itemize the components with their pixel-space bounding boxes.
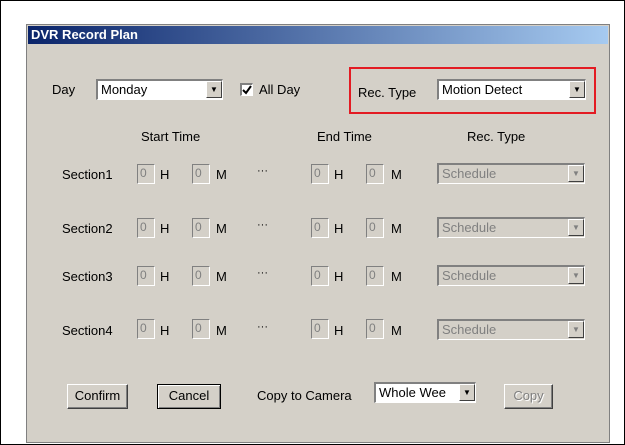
minute-unit-label: M	[391, 269, 402, 284]
start-minute-input[interactable]: 0	[192, 266, 210, 286]
section-rec-type-value: Schedule	[442, 220, 497, 235]
chevron-down-icon[interactable]: ▼	[568, 165, 584, 182]
cancel-button[interactable]: Cancel	[157, 384, 221, 409]
day-select-value: Monday	[101, 82, 148, 97]
chevron-down-icon[interactable]: ▼	[459, 384, 475, 401]
hour-unit-label: H	[160, 167, 170, 182]
section-label: Section4	[62, 323, 113, 338]
end-hour-input[interactable]: 0	[311, 218, 329, 238]
end-minute-input[interactable]: 0	[366, 319, 384, 339]
checkmark-icon	[242, 85, 252, 95]
copy-to-camera-label: Copy to Camera	[257, 388, 352, 403]
time-separator: ···	[257, 219, 268, 231]
all-day-checkbox[interactable]	[240, 83, 253, 96]
copy-to-camera-value: Whole Wee	[379, 385, 446, 400]
dvr-record-plan-dialog: DVR Record Plan Day Monday ▼ All Day Rec…	[26, 24, 610, 443]
copy-button[interactable]: Copy	[504, 384, 553, 409]
day-select[interactable]: Monday ▼	[96, 79, 223, 100]
section-rec-type-select[interactable]: Schedule ▼	[437, 163, 585, 184]
day-label: Day	[52, 82, 76, 97]
time-separator: ···	[257, 165, 268, 177]
hour-unit-label: H	[160, 323, 170, 338]
hour-unit-label: H	[334, 323, 344, 338]
section-rec-type-select[interactable]: Schedule ▼	[437, 265, 585, 286]
section-label: Section3	[62, 269, 113, 284]
hour-unit-label: H	[334, 221, 344, 236]
minute-unit-label: M	[391, 323, 402, 338]
chevron-down-icon[interactable]: ▼	[568, 321, 584, 338]
window-title: DVR Record Plan	[28, 26, 608, 44]
minute-unit-label: M	[216, 221, 227, 236]
start-minute-input[interactable]: 0	[192, 164, 210, 184]
confirm-button[interactable]: Confirm	[67, 384, 128, 409]
end-hour-input[interactable]: 0	[311, 319, 329, 339]
end-hour-input[interactable]: 0	[311, 164, 329, 184]
rec-type-select[interactable]: Motion Detect ▼	[437, 79, 586, 100]
end-minute-input[interactable]: 0	[366, 164, 384, 184]
start-time-header: Start Time	[141, 129, 201, 144]
end-hour-input[interactable]: 0	[311, 266, 329, 286]
hour-unit-label: H	[334, 167, 344, 182]
start-hour-input[interactable]: 0	[137, 218, 155, 238]
section-rec-type-select[interactable]: Schedule ▼	[437, 217, 585, 238]
section-rec-type-select[interactable]: Schedule ▼	[437, 319, 585, 340]
section-rec-type-value: Schedule	[442, 322, 497, 337]
start-minute-input[interactable]: 0	[192, 218, 210, 238]
section-rec-type-value: Schedule	[442, 268, 497, 283]
all-day-label: All Day	[259, 82, 301, 97]
chevron-down-icon[interactable]: ▼	[206, 81, 222, 98]
hour-unit-label: H	[160, 269, 170, 284]
end-minute-input[interactable]: 0	[366, 218, 384, 238]
start-hour-input[interactable]: 0	[137, 319, 155, 339]
section-label: Section2	[62, 221, 113, 236]
end-time-header: End Time	[317, 129, 372, 144]
end-minute-input[interactable]: 0	[366, 266, 384, 286]
minute-unit-label: M	[391, 167, 402, 182]
chevron-down-icon[interactable]: ▼	[568, 267, 584, 284]
chevron-down-icon[interactable]: ▼	[568, 219, 584, 236]
rec-type-label: Rec. Type	[358, 85, 417, 100]
chevron-down-icon[interactable]: ▼	[569, 81, 585, 98]
rec-type-column-header: Rec. Type	[467, 129, 526, 144]
rec-type-select-value: Motion Detect	[442, 82, 523, 97]
section-label: Section1	[62, 167, 113, 182]
time-separator: ···	[257, 267, 268, 279]
minute-unit-label: M	[216, 269, 227, 284]
copy-to-camera-select[interactable]: Whole Wee ▼	[374, 382, 476, 403]
minute-unit-label: M	[216, 167, 227, 182]
hour-unit-label: H	[160, 221, 170, 236]
start-hour-input[interactable]: 0	[137, 164, 155, 184]
minute-unit-label: M	[216, 323, 227, 338]
minute-unit-label: M	[391, 221, 402, 236]
section-rec-type-value: Schedule	[442, 166, 497, 181]
start-hour-input[interactable]: 0	[137, 266, 155, 286]
time-separator: ···	[257, 321, 268, 333]
hour-unit-label: H	[334, 269, 344, 284]
start-minute-input[interactable]: 0	[192, 319, 210, 339]
